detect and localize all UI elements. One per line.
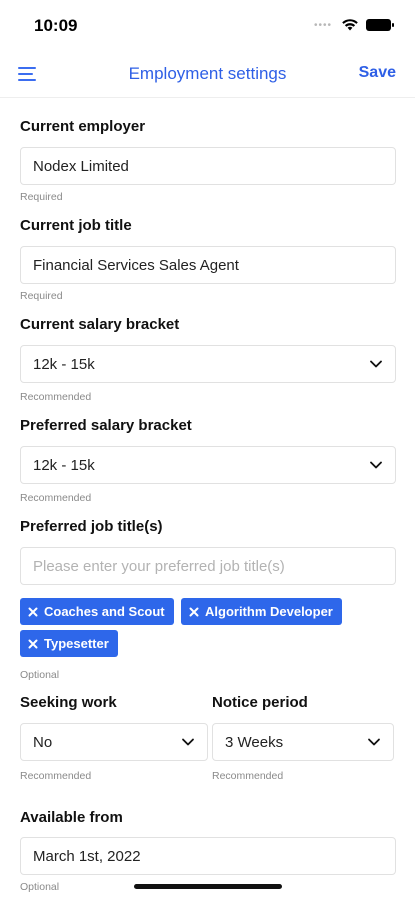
- page-title: Employment settings: [128, 64, 287, 83]
- close-icon[interactable]: [28, 639, 38, 649]
- seeking-work-label: Seeking work: [20, 694, 117, 711]
- preferred-salary-value: 12k - 15k: [33, 456, 95, 474]
- status-icons: ••••: [313, 19, 394, 31]
- notice-period-select[interactable]: 3 Weeks: [212, 723, 394, 761]
- signal-dots-icon: ••••: [313, 19, 332, 31]
- notice-period-value: 3 Weeks: [225, 733, 284, 751]
- current-employer-label: Current employer: [20, 118, 146, 135]
- preferred-titles-placeholder: Please enter your preferred job title(s): [33, 557, 285, 575]
- preferred-titles-input[interactable]: Please enter your preferred job title(s): [20, 547, 396, 585]
- chip-label: Typesetter: [44, 636, 109, 651]
- current-job-title-value: Financial Services Sales Agent: [33, 256, 239, 274]
- notice-period-helper: Recommended: [212, 770, 284, 782]
- seeking-work-value: No: [33, 733, 53, 751]
- chevron-down-icon: [370, 461, 382, 469]
- save-button[interactable]: Save: [359, 64, 396, 82]
- current-salary-select[interactable]: 12k - 15k: [20, 345, 396, 383]
- battery-icon: [366, 19, 394, 31]
- chevron-down-icon: [182, 738, 194, 746]
- available-from-label: Available from: [20, 809, 123, 826]
- chevron-down-icon: [368, 738, 380, 746]
- wifi-icon: [342, 19, 358, 31]
- current-salary-helper: Recommended: [20, 391, 92, 403]
- notice-period-label: Notice period: [212, 694, 308, 711]
- status-bar: 10:09 ••••: [0, 0, 415, 50]
- chip-typesetter[interactable]: Typesetter: [20, 630, 118, 657]
- chip-label: Coaches and Scout: [44, 604, 165, 619]
- preferred-salary-label: Preferred salary bracket: [20, 417, 192, 434]
- preferred-titles-label: Preferred job title(s): [20, 518, 163, 535]
- close-icon[interactable]: [189, 607, 199, 617]
- close-icon[interactable]: [28, 607, 38, 617]
- available-from-input[interactable]: March 1st, 2022: [20, 837, 396, 875]
- current-employer-value: Nodex Limited: [33, 157, 129, 175]
- current-salary-label: Current salary bracket: [20, 316, 180, 333]
- seeking-work-select[interactable]: No: [20, 723, 208, 761]
- chevron-down-icon: [370, 360, 382, 368]
- nav-bar: Employment settings Save: [0, 50, 415, 98]
- current-salary-value: 12k - 15k: [33, 355, 95, 373]
- chip-algorithm-developer[interactable]: Algorithm Developer: [181, 598, 342, 625]
- current-job-title-label: Current job title: [20, 217, 132, 234]
- preferred-titles-helper: Optional: [20, 669, 60, 681]
- available-from-value: March 1st, 2022: [33, 847, 141, 865]
- current-job-title-input[interactable]: Financial Services Sales Agent: [20, 246, 396, 284]
- seeking-work-helper: Recommended: [20, 770, 92, 782]
- current-employer-helper: Required: [20, 191, 63, 203]
- chip-label: Algorithm Developer: [205, 604, 333, 619]
- home-indicator: [134, 884, 282, 889]
- available-from-helper: Optional: [20, 881, 60, 893]
- preferred-salary-select[interactable]: 12k - 15k: [20, 446, 396, 484]
- current-job-title-helper: Required: [20, 290, 63, 302]
- chip-coaches-and-scout[interactable]: Coaches and Scout: [20, 598, 174, 625]
- status-time: 10:09: [34, 16, 78, 35]
- current-employer-input[interactable]: Nodex Limited: [20, 147, 396, 185]
- preferred-salary-helper: Recommended: [20, 492, 92, 504]
